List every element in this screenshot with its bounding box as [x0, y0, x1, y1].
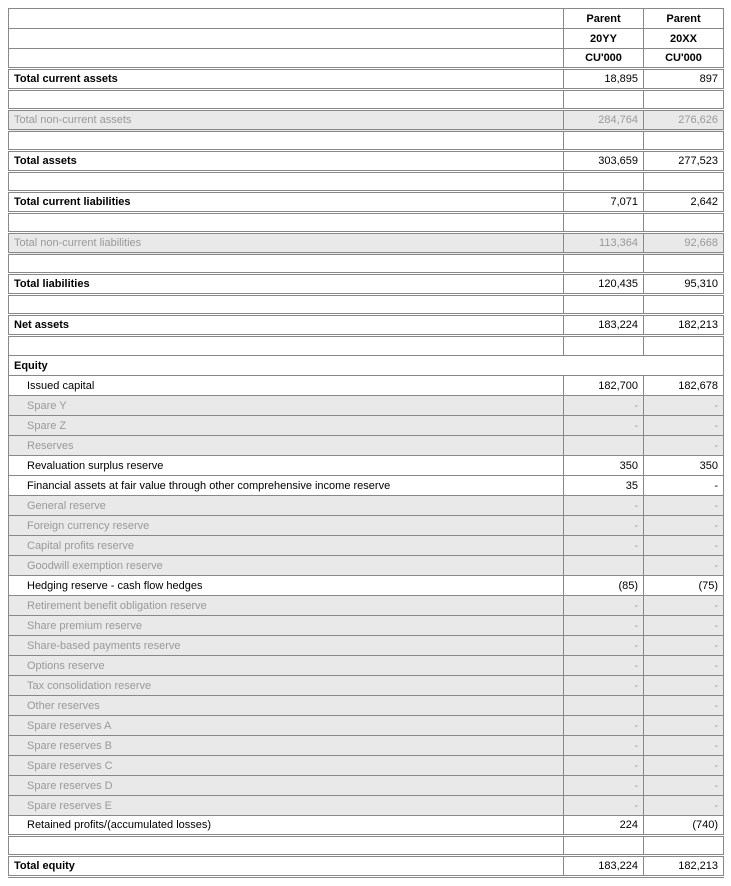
spacer [9, 336, 724, 356]
row-issued-capital: Issued capital 182,700 182,678 [9, 376, 724, 396]
row-options-reserve: Options reserve - - [9, 656, 724, 676]
row-total-assets: Total assets 303,659 277,523 [9, 151, 724, 172]
col2-year: 20XX [644, 29, 724, 49]
spacer [9, 131, 724, 151]
row-share-based-payments-reserve: Share-based payments reserve - - [9, 636, 724, 656]
row-net-assets: Net assets 183,224 182,213 [9, 315, 724, 336]
row-spare-z: Spare Z - - [9, 416, 724, 436]
row-equity-heading: Equity [9, 356, 724, 376]
row-foreign-currency-reserve: Foreign currency reserve - - [9, 516, 724, 536]
row-revaluation-surplus-reserve: Revaluation surplus reserve 350 350 [9, 456, 724, 476]
col2-unit: CU'000 [644, 49, 724, 69]
row-hedging-reserve: Hedging reserve - cash flow hedges (85) … [9, 576, 724, 596]
col1-unit: CU'000 [564, 49, 644, 69]
col1-year: 20YY [564, 29, 644, 49]
header-row-entity: Parent Parent [9, 9, 724, 29]
row-total-equity: Total equity 183,224 182,213 [9, 856, 724, 877]
row-retained-profits: Retained profits/(accumulated losses) 22… [9, 816, 724, 836]
spacer [9, 254, 724, 274]
row-spare-reserves-d: Spare reserves D - - [9, 776, 724, 796]
row-tax-consolidation-reserve: Tax consolidation reserve - - [9, 676, 724, 696]
row-share-premium-reserve: Share premium reserve - - [9, 616, 724, 636]
row-reserves: Reserves - [9, 436, 724, 456]
row-general-reserve: General reserve - - [9, 496, 724, 516]
row-capital-profits-reserve: Capital profits reserve - - [9, 536, 724, 556]
row-retirement-benefit-reserve: Retirement benefit obligation reserve - … [9, 596, 724, 616]
row-spare-reserves-c: Spare reserves C - - [9, 756, 724, 776]
row-spare-reserves-e: Spare reserves E - - [9, 796, 724, 816]
spacer [9, 90, 724, 110]
spacer [9, 213, 724, 233]
header-row-year: 20YY 20XX [9, 29, 724, 49]
row-spare-y: Spare Y - - [9, 396, 724, 416]
spacer [9, 836, 724, 856]
row-total-liabilities: Total liabilities 120,435 95,310 [9, 274, 724, 295]
spacer [9, 295, 724, 315]
row-fav-reserve: Financial assets at fair value through o… [9, 476, 724, 496]
financial-table: Parent Parent 20YY 20XX CU'000 CU'000 To… [8, 8, 724, 878]
row-goodwill-exemption-reserve: Goodwill exemption reserve - [9, 556, 724, 576]
row-other-reserves: Other reserves - [9, 696, 724, 716]
row-spare-reserves-b: Spare reserves B - - [9, 736, 724, 756]
col1-entity: Parent [564, 9, 644, 29]
header-row-unit: CU'000 CU'000 [9, 49, 724, 69]
col2-entity: Parent [644, 9, 724, 29]
spacer [9, 172, 724, 192]
row-total-non-current-assets: Total non-current assets 284,764 276,626 [9, 110, 724, 131]
row-spare-reserves-a: Spare reserves A - - [9, 716, 724, 736]
row-total-current-assets: Total current assets 18,895 897 [9, 69, 724, 90]
row-total-non-current-liabilities: Total non-current liabilities 113,364 92… [9, 233, 724, 254]
row-total-current-liabilities: Total current liabilities 7,071 2,642 [9, 192, 724, 213]
